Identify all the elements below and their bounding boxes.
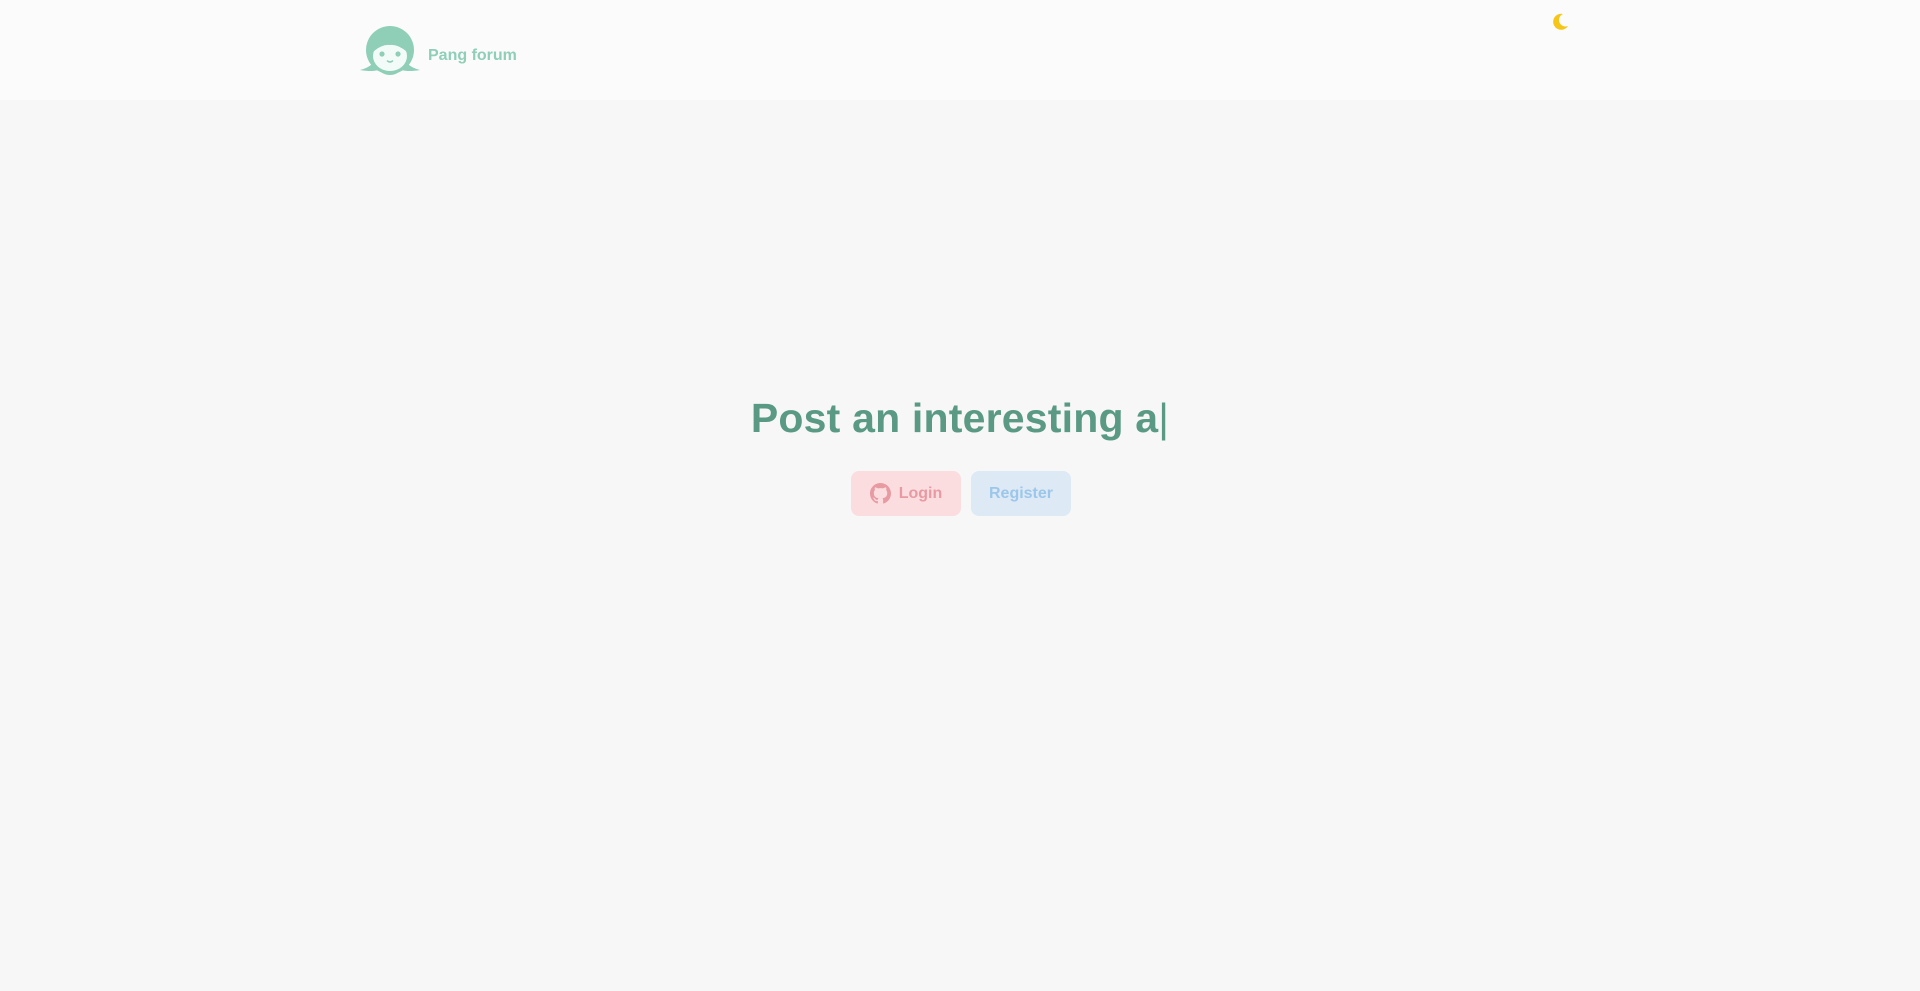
- brand-name: Pang forum: [428, 47, 517, 64]
- register-label: Register: [988, 484, 1054, 502]
- auth-actions: Login Register: [0, 471, 1920, 516]
- top-header: Pang forum: [0, 0, 1920, 100]
- login-button[interactable]: Login: [851, 471, 961, 516]
- github-icon: [869, 483, 891, 504]
- hero-section: Post an interesting a|: [0, 388, 1920, 448]
- theme-toggle-button[interactable]: [1548, 10, 1572, 34]
- brand-home-link[interactable]: Pang forum: [358, 24, 517, 78]
- hero-title: Post an interesting a|: [0, 388, 1920, 448]
- register-button[interactable]: Register: [971, 471, 1071, 516]
- typing-cursor: |: [1158, 395, 1170, 441]
- forum-mascot-logo-icon: [360, 26, 420, 75]
- moon-icon: [1553, 13, 1568, 30]
- login-label: Login: [898, 484, 943, 502]
- typed-text: Post an interesting a: [750, 395, 1159, 441]
